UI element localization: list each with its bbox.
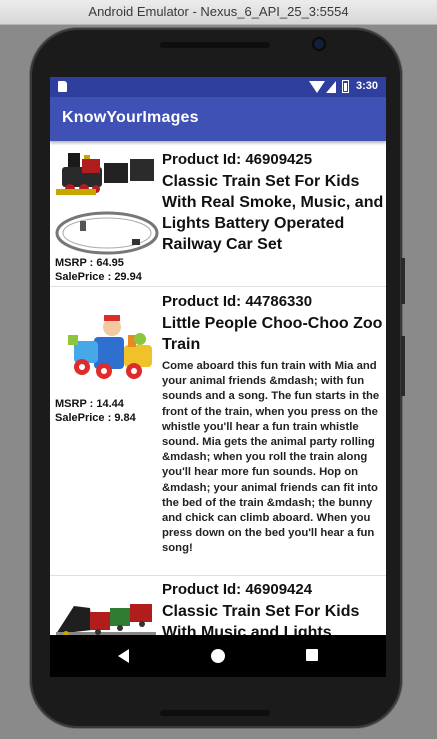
sale-price-label: SalePrice : 9.84 [55, 412, 136, 424]
product-name: Classic Train Set For Kids With Music an… [162, 603, 360, 635]
status-clock: 3:30 [355, 80, 378, 92]
sd-card-icon [58, 81, 67, 92]
product-info: Product Id: 46909425 Classic Train Set F… [162, 150, 384, 255]
cell-signal-icon [326, 81, 336, 93]
battery-icon [342, 80, 349, 93]
status-bar: 3:30 [50, 77, 386, 97]
product-row[interactable]: Product Id: 46909424 Classic Train Set F… [50, 576, 386, 635]
bottom-speaker [160, 710, 270, 716]
emulator-title-bar: Android Emulator - Nexus_6_API_25_3:5554 [0, 0, 437, 25]
product-info: Product Id: 46909424 Classic Train Set F… [162, 580, 384, 635]
top-speaker [160, 42, 270, 48]
sale-price-label: SalePrice : 29.94 [55, 271, 142, 283]
emulator-title: Android Emulator - Nexus_6_API_25_3:5554 [88, 4, 349, 19]
product-list[interactable]: MSRP : 64.95 SalePrice : 29.94 Product I… [50, 143, 386, 635]
device-screen: 3:30 KnowYourImages MSRP: 64.95 SalePri… [50, 77, 386, 635]
home-icon[interactable] [211, 649, 225, 663]
navigation-bar [50, 635, 386, 677]
app-bar: KnowYourImages [50, 97, 386, 141]
price-block: MSRP : 14.44 SalePrice : 9.84 [55, 397, 136, 425]
train-set-image [54, 145, 160, 255]
product-id: Product Id: 46909424 [162, 581, 313, 598]
volume-button[interactable] [401, 258, 405, 304]
product-row[interactable]: MSRP : 14.44 SalePrice : 9.84 Product Id… [50, 287, 386, 576]
app-title: KnowYourImages [62, 109, 199, 126]
wifi-icon [309, 81, 325, 93]
product-id: Product Id: 44786330 [162, 293, 313, 310]
recents-icon[interactable] [306, 649, 318, 661]
product-name: Classic Train Set For Kids With Real Smo… [162, 173, 384, 253]
power-button[interactable] [401, 336, 405, 396]
product-info: Product Id: 44786330 Little People Choo-… [162, 292, 384, 557]
product-description: Come aboard this fun train with Mia and … [162, 360, 380, 555]
toy-zoo-train-image [54, 301, 160, 401]
price-block: MSRP : 64.95 SalePrice : 29.94 [55, 256, 142, 284]
train-set-image [54, 594, 160, 635]
front-camera [314, 39, 324, 49]
msrp-label: MSRP : 14.44 [55, 398, 124, 410]
product-id: Product Id: 46909425 [162, 151, 313, 168]
msrp-label: MSRP : 64.95 [55, 257, 124, 269]
back-icon[interactable] [118, 649, 129, 663]
product-row[interactable]: MSRP : 64.95 SalePrice : 29.94 Product I… [50, 143, 386, 287]
product-name: Little People Choo-Choo Zoo Train [162, 315, 383, 353]
